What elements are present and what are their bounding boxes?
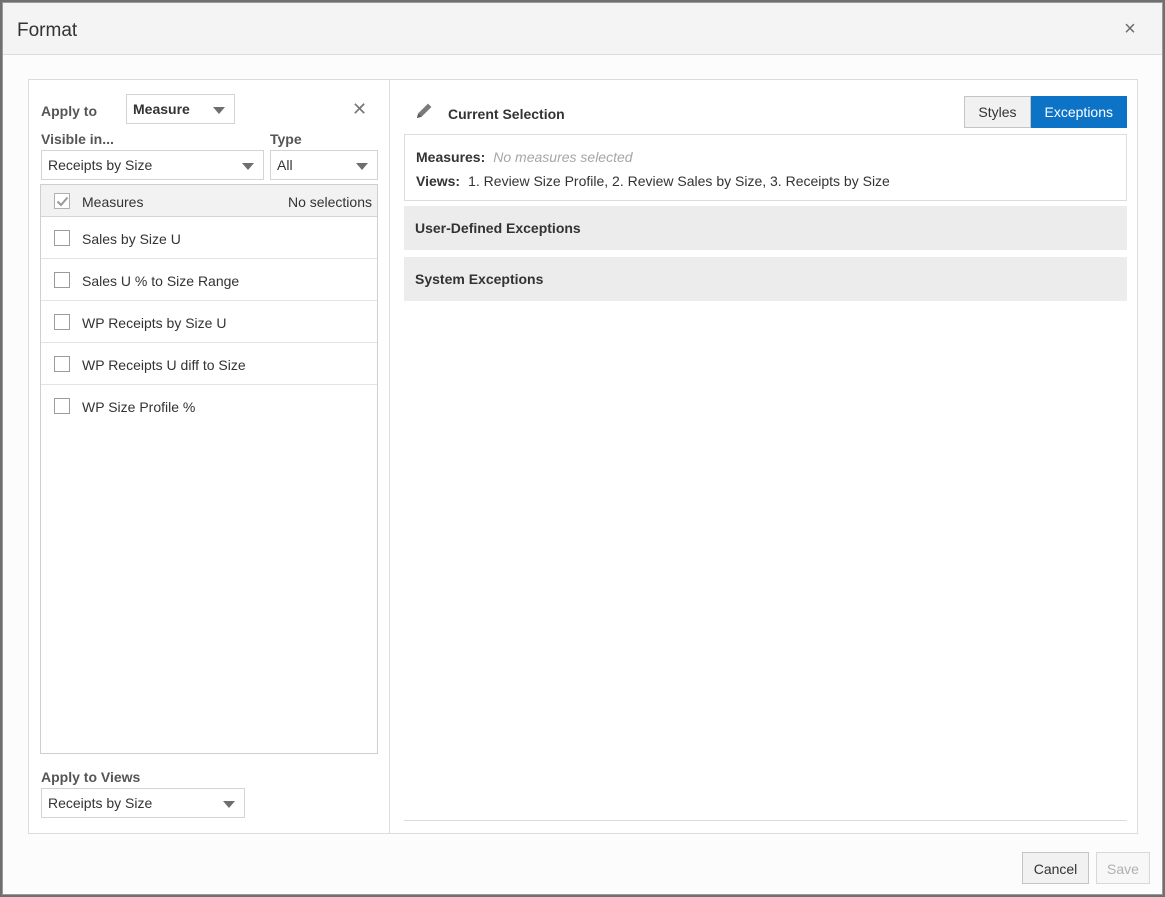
left-pane: Apply to Measure ✕ Visible in... Type Re… [29, 80, 390, 833]
measures-list-header: Measures No selections [41, 185, 377, 217]
tab-exceptions[interactable]: Exceptions [1030, 96, 1127, 128]
system-exceptions-section[interactable]: System Exceptions [404, 257, 1127, 301]
apply-to-value: Measure [133, 101, 190, 117]
apply-to-dropdown[interactable]: Measure [126, 94, 235, 124]
list-item[interactable]: WP Size Profile % [41, 385, 377, 427]
measures-header-label: Measures [82, 194, 144, 210]
views-summary-value: 1. Review Size Profile, 2. Review Sales … [468, 173, 890, 189]
visible-in-label: Visible in... [41, 131, 114, 147]
format-dialog: Format × Apply to Measure ✕ Visible in..… [2, 2, 1163, 895]
measures-summary-value: No measures selected [493, 149, 633, 165]
measure-label: WP Size Profile % [82, 399, 196, 415]
selection-status: No selections [287, 194, 372, 210]
caret-down-icon [242, 163, 254, 170]
dialog-header: Format × [3, 3, 1162, 55]
measure-checkbox[interactable] [54, 230, 70, 246]
measure-label: WP Receipts by Size U [82, 315, 227, 331]
measure-label: WP Receipts U diff to Size [82, 357, 246, 373]
measure-label: Sales by Size U [82, 231, 181, 247]
pencil-icon[interactable] [413, 100, 435, 122]
views-summary-label: Views: [416, 173, 461, 189]
views-summary: Views: 1. Review Size Profile, 2. Review … [416, 173, 890, 189]
list-item[interactable]: Sales by Size U [41, 217, 377, 259]
visible-in-dropdown[interactable]: Receipts by Size [41, 150, 264, 180]
styles-exceptions-toggle: Styles Exceptions [964, 96, 1127, 128]
caret-down-icon [223, 801, 235, 808]
clear-x-icon[interactable]: ✕ [352, 100, 367, 118]
current-selection-title: Current Selection [448, 106, 565, 122]
type-dropdown[interactable]: All [270, 150, 378, 180]
measures-summary-label: Measures: [416, 149, 486, 165]
measure-checkbox[interactable] [54, 272, 70, 288]
dialog-title: Format [17, 20, 78, 41]
selection-summary: Measures: No measures selected Views: 1. R… [404, 134, 1127, 201]
list-item[interactable]: WP Receipts by Size U [41, 301, 377, 343]
select-all-checkbox[interactable] [54, 193, 70, 209]
type-value: All [277, 157, 293, 173]
measures-list: Measures No selections Sales by Size U S… [40, 184, 378, 754]
type-label: Type [270, 131, 302, 147]
measure-checkbox[interactable] [54, 356, 70, 372]
apply-to-views-value: Receipts by Size [48, 795, 153, 811]
list-item[interactable]: WP Receipts U diff to Size [41, 343, 377, 385]
measure-checkbox[interactable] [54, 398, 70, 414]
apply-to-views-dropdown[interactable]: Receipts by Size [41, 788, 245, 818]
tab-styles[interactable]: Styles [964, 96, 1031, 128]
save-button[interactable]: Save [1096, 852, 1150, 884]
measure-checkbox[interactable] [54, 314, 70, 330]
apply-to-views-label: Apply to Views [41, 769, 141, 785]
close-icon[interactable]: × [1120, 19, 1140, 39]
cancel-button[interactable]: Cancel [1022, 852, 1089, 884]
right-pane: Current Selection Styles Exceptions Meas… [391, 80, 1137, 833]
format-body-panel: Apply to Measure ✕ Visible in... Type Re… [28, 79, 1138, 834]
list-item[interactable]: Sales U % to Size Range [41, 259, 377, 301]
bottom-divider [404, 820, 1127, 821]
measure-label: Sales U % to Size Range [82, 273, 240, 289]
measures-summary: Measures: No measures selected [416, 149, 633, 165]
user-defined-exceptions-section[interactable]: User-Defined Exceptions [404, 206, 1127, 250]
apply-to-label: Apply to [41, 103, 97, 119]
caret-down-icon [213, 107, 225, 114]
visible-in-value: Receipts by Size [48, 157, 153, 173]
caret-down-icon [356, 163, 368, 170]
checkmark-icon [56, 196, 69, 207]
